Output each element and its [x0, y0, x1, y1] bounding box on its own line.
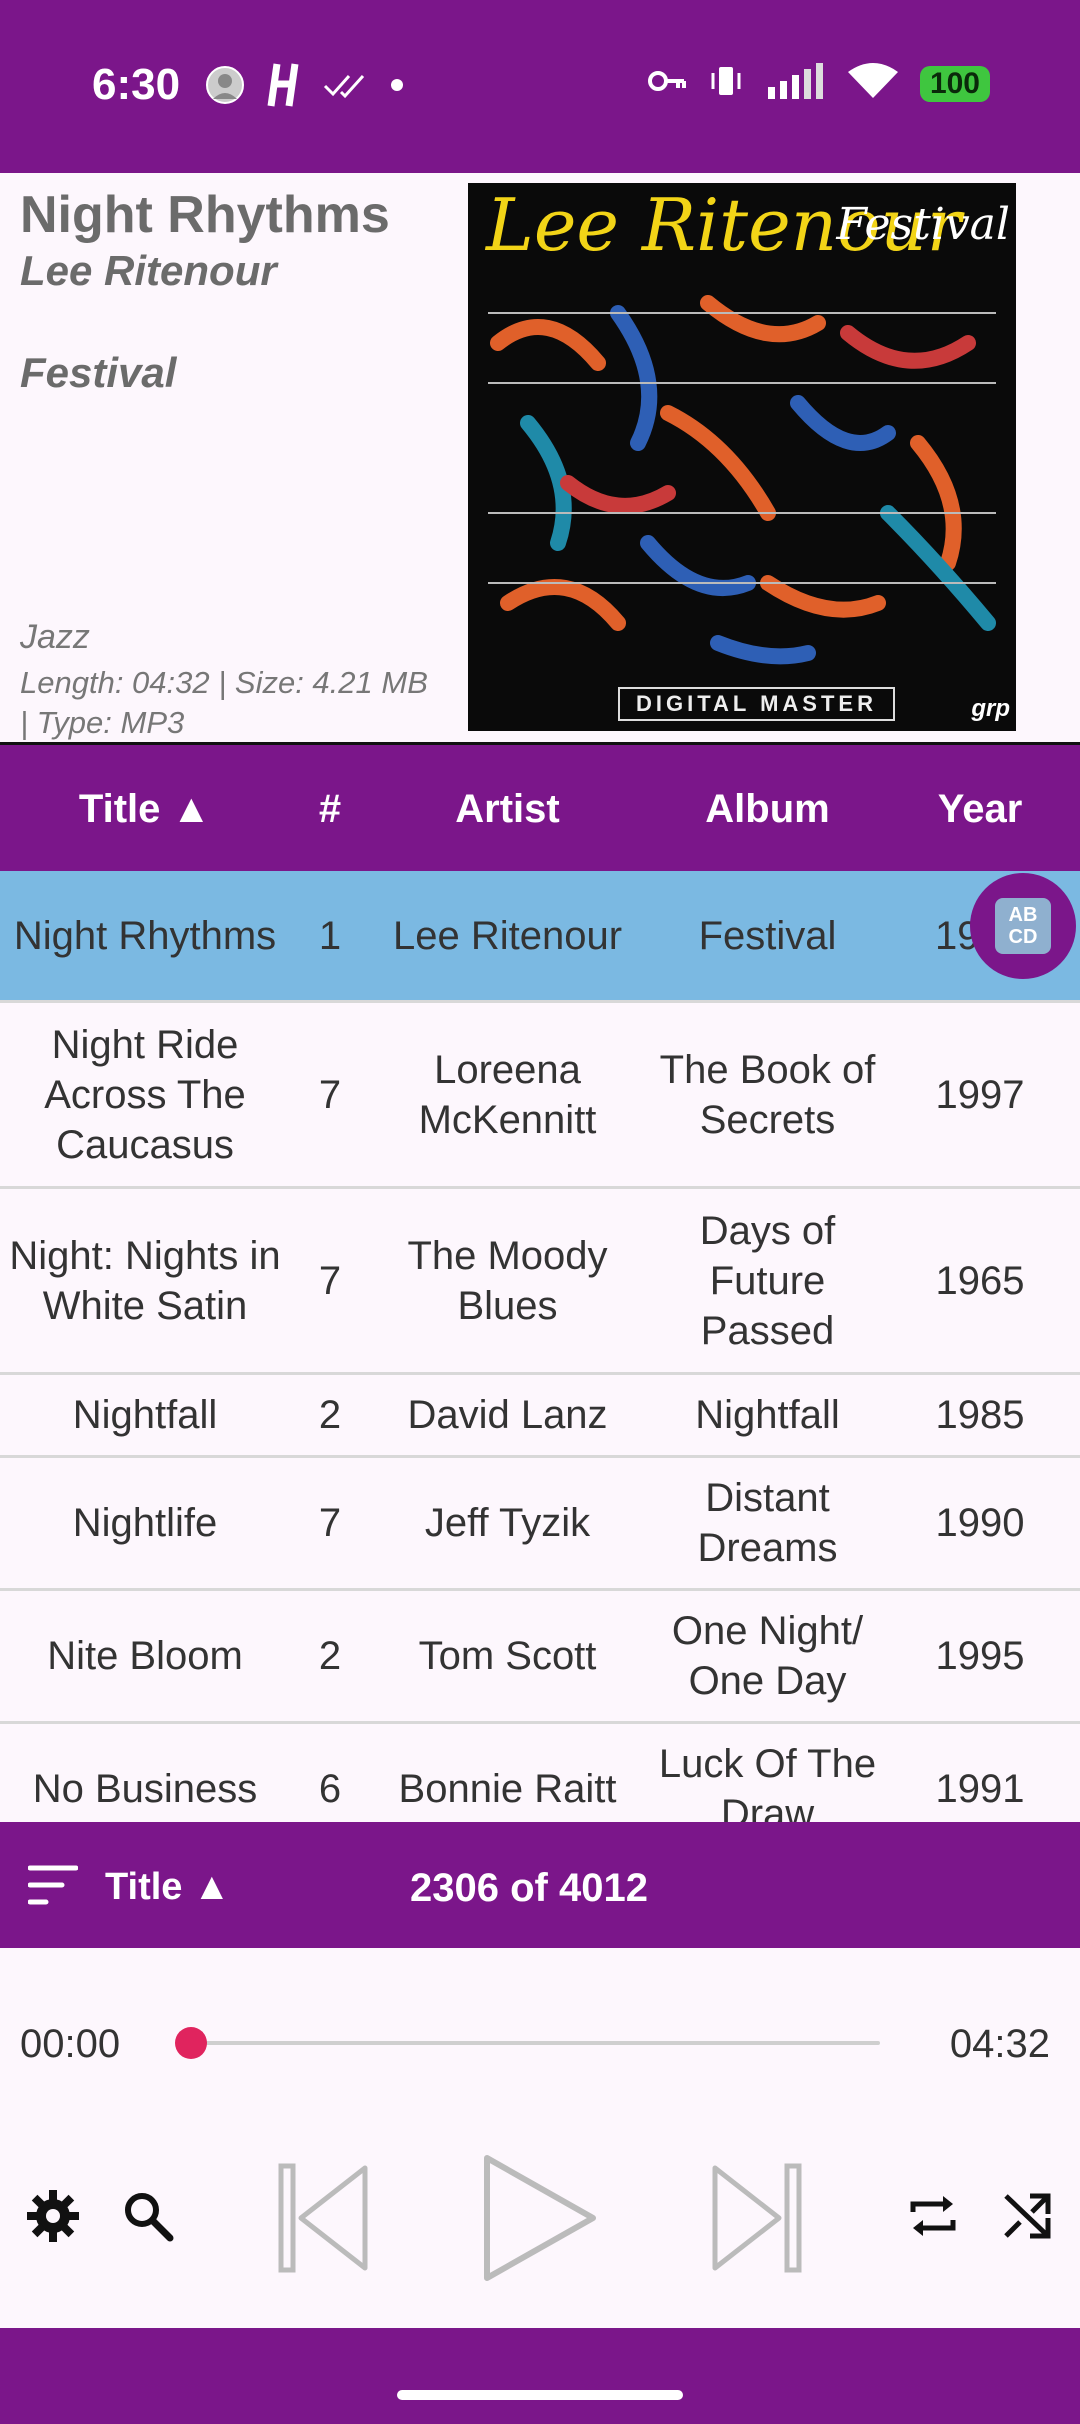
- sort-bar: Title ▲ 2306 of 4012: [0, 1822, 1080, 1948]
- row-artist: Loreena McKennitt: [418, 1047, 597, 1142]
- column-header-number[interactable]: #: [290, 787, 370, 832]
- double-check-icon: [323, 70, 367, 105]
- row-title: Nite Bloom: [47, 1634, 243, 1678]
- sort-label[interactable]: Title ▲: [105, 1866, 231, 1909]
- row-artist: Lee Ritenour: [392, 913, 623, 958]
- row-track-number: 7: [318, 1258, 342, 1303]
- row-title: Night Rhythms: [13, 913, 277, 958]
- now-playing-header: Night Rhythms Lee Ritenour Festival Jazz…: [0, 173, 1080, 743]
- row-artist: Jeff Tyzik: [424, 1501, 591, 1545]
- song-title: Night Rhythms: [20, 186, 390, 244]
- row-year: 1997: [935, 1072, 1025, 1117]
- album-cover[interactable]: Lee Ritenour Festival DIGITAL MASTER grp: [468, 183, 1016, 731]
- table-header: Title ▲ # Artist Album Year: [0, 745, 1080, 871]
- vibrate-icon: [708, 63, 744, 104]
- play-icon[interactable]: [475, 2148, 605, 2293]
- row-track-number: 7: [318, 1072, 342, 1117]
- row-track-number: 7: [318, 1501, 342, 1545]
- table-row[interactable]: Night Ride Across The Caucasus 7 Loreena…: [0, 1003, 1080, 1189]
- table-row[interactable]: Nightfall 2 David Lanz Nightfall 1985: [0, 1375, 1080, 1458]
- alphabet-index-button[interactable]: AB CD: [970, 873, 1076, 979]
- table-row[interactable]: Nite Bloom 2 Tom Scott One Night/ One Da…: [0, 1591, 1080, 1724]
- table-row[interactable]: Night Rhythms 1 Lee Ritenour Festival 19: [0, 871, 1080, 1003]
- row-album: Days of Future Passed: [699, 1208, 836, 1353]
- row-album: Nightfall: [695, 1393, 840, 1437]
- key-icon: [647, 66, 686, 101]
- song-meta: Length: 04:32 | Size: 4.21 MB | Type: MP…: [20, 665, 428, 740]
- h-icon: [267, 62, 301, 113]
- row-album: The Book of Secrets: [659, 1047, 876, 1142]
- previous-icon[interactable]: [275, 2158, 375, 2283]
- row-title: Night Ride Across The Caucasus: [44, 1022, 246, 1167]
- column-header-artist[interactable]: Artist: [370, 787, 645, 832]
- song-artist: Lee Ritenour: [20, 247, 277, 294]
- row-artist: David Lanz: [407, 1393, 608, 1437]
- row-title: Nightlife: [72, 1501, 218, 1545]
- row-track-number: 2: [318, 1393, 342, 1437]
- signal-icon: [766, 63, 826, 104]
- row-track-number: 1: [318, 913, 342, 958]
- home-handle[interactable]: [397, 2390, 683, 2400]
- column-header-title[interactable]: Title ▲: [0, 787, 290, 832]
- row-year: 1985: [935, 1393, 1025, 1437]
- row-title: Night: Nights in White Satin: [9, 1233, 281, 1328]
- track-count: 2306 of 4012: [410, 1866, 648, 1910]
- row-year: 1995: [935, 1634, 1025, 1678]
- row-year: 1965: [935, 1258, 1025, 1303]
- player-panel: 00:00 04:32: [0, 1948, 1080, 2328]
- battery-icon: 100: [919, 65, 990, 102]
- table-row[interactable]: Night: Nights in White Satin 7 The Moody…: [0, 1189, 1080, 1375]
- row-track-number: 2: [318, 1634, 342, 1678]
- table-row[interactable]: No Business 6 Bonnie Raitt Luck Of The D…: [0, 1724, 1080, 1823]
- row-year: 1990: [935, 1501, 1025, 1545]
- cover-album-text: Festival: [836, 199, 1010, 250]
- row-artist: The Moody Blues: [407, 1233, 608, 1328]
- seek-thumb[interactable]: [175, 2027, 207, 2059]
- row-artist: Bonnie Raitt: [398, 1767, 617, 1811]
- column-header-year[interactable]: Year: [890, 787, 1070, 832]
- row-album: Distant Dreams: [697, 1476, 838, 1570]
- current-time: 00:00: [20, 2022, 121, 2066]
- row-track-number: 6: [318, 1767, 342, 1811]
- total-time: 04:32: [949, 2022, 1050, 2066]
- row-year: 1991: [935, 1767, 1025, 1811]
- row-album: One Night/ One Day: [671, 1609, 864, 1703]
- row-artist: Tom Scott: [418, 1634, 597, 1678]
- row-title: No Business: [32, 1767, 258, 1811]
- column-header-album[interactable]: Album: [645, 787, 890, 832]
- cover-badge: DIGITAL MASTER: [618, 687, 895, 721]
- row-album: Festival: [698, 913, 837, 958]
- seek-bar[interactable]: [190, 2041, 880, 2045]
- wifi-icon: [847, 62, 898, 105]
- row-album: Luck Of The Draw: [658, 1742, 877, 1823]
- next-icon[interactable]: [705, 2158, 805, 2283]
- song-album: Festival: [20, 349, 177, 396]
- table-row[interactable]: Nightlife 7 Jeff Tyzik Distant Dreams 19…: [0, 1458, 1080, 1591]
- abcd-icon: AB CD: [995, 898, 1051, 954]
- sort-icon[interactable]: [27, 1862, 79, 1913]
- system-nav-bar: [0, 2328, 1080, 2424]
- song-genre: Jazz: [20, 618, 90, 656]
- status-bar: 6:30 100: [0, 0, 1080, 173]
- cover-logo: grp: [971, 695, 1010, 722]
- shuffle-icon[interactable]: [1000, 2188, 1056, 2249]
- avatar-icon: [205, 65, 245, 110]
- repeat-icon[interactable]: [905, 2188, 961, 2249]
- row-title: Nightfall: [72, 1393, 218, 1437]
- dot-icon: [389, 77, 405, 98]
- settings-icon[interactable]: [25, 2188, 81, 2249]
- song-list[interactable]: Night Rhythms 1 Lee Ritenour Festival 19…: [0, 871, 1080, 1823]
- status-time: 6:30: [92, 60, 181, 109]
- search-icon[interactable]: [120, 2188, 176, 2249]
